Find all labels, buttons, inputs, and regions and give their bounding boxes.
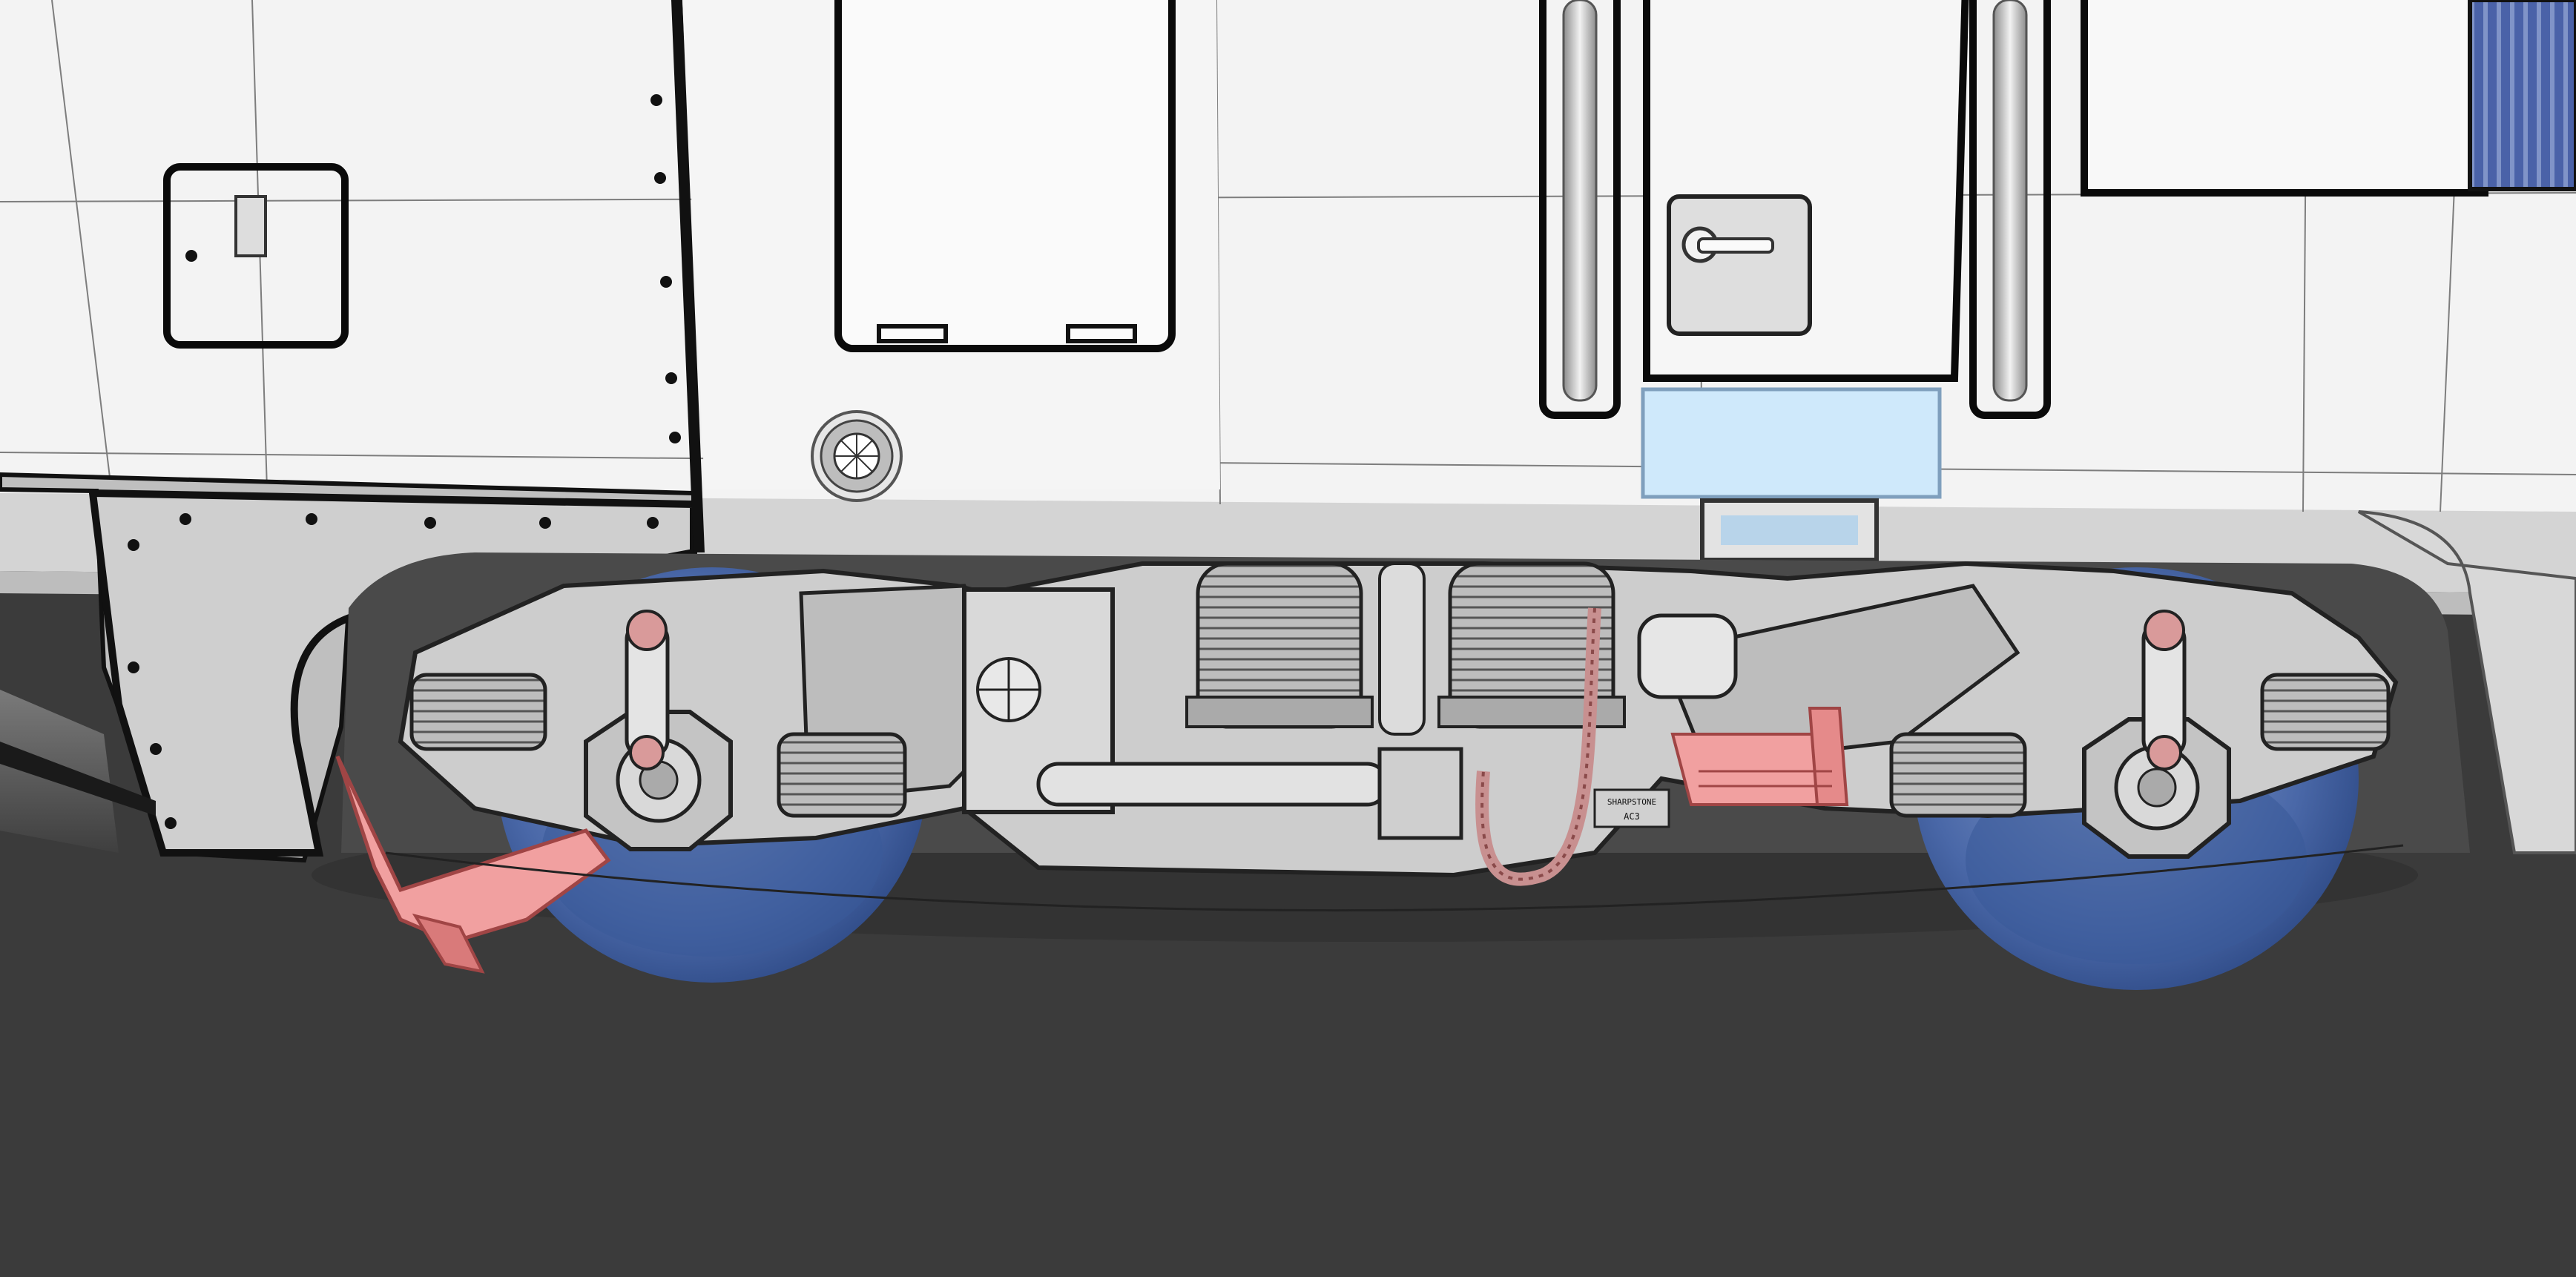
door-handle-plate — [1667, 194, 1812, 336]
entry-door — [1539, 0, 2051, 419]
plate-text-2: AC3 — [1624, 811, 1640, 822]
step-recess — [1641, 387, 1942, 499]
center-damper — [1378, 562, 1426, 736]
vent-grille — [2468, 0, 2576, 191]
round-vent — [811, 410, 903, 502]
train-render: SHARPSTONE AC3 — [0, 0, 2576, 1277]
door-window — [834, 0, 1176, 352]
air-spring-left — [1185, 561, 1374, 729]
name-plate: SHARPSTONE AC3 — [1593, 788, 1670, 828]
traction-rod — [1036, 762, 1389, 807]
damper-left — [625, 610, 670, 771]
side-window — [2081, 0, 2488, 197]
model-viewport: SHARPSTONE AC3 — [0, 0, 2576, 1277]
damper-right — [2141, 610, 2187, 771]
motor-cylinder — [1637, 613, 1738, 699]
plate-text-1: SHARPSTONE — [1607, 797, 1656, 807]
